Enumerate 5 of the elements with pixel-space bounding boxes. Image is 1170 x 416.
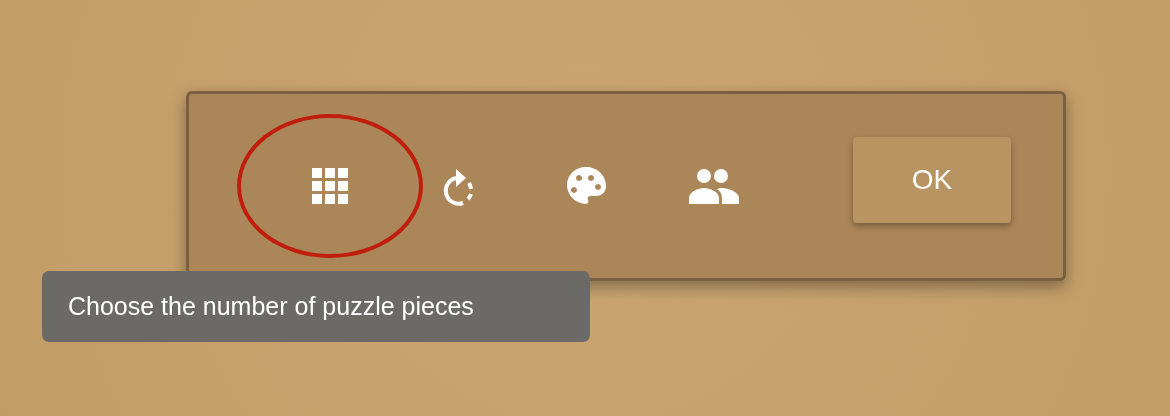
- grid-icon: [312, 168, 348, 204]
- palette-icon: [565, 165, 607, 207]
- tooltip: Choose the number of puzzle pieces: [42, 271, 590, 342]
- ok-button[interactable]: OK: [853, 137, 1011, 223]
- people-icon: [689, 168, 739, 204]
